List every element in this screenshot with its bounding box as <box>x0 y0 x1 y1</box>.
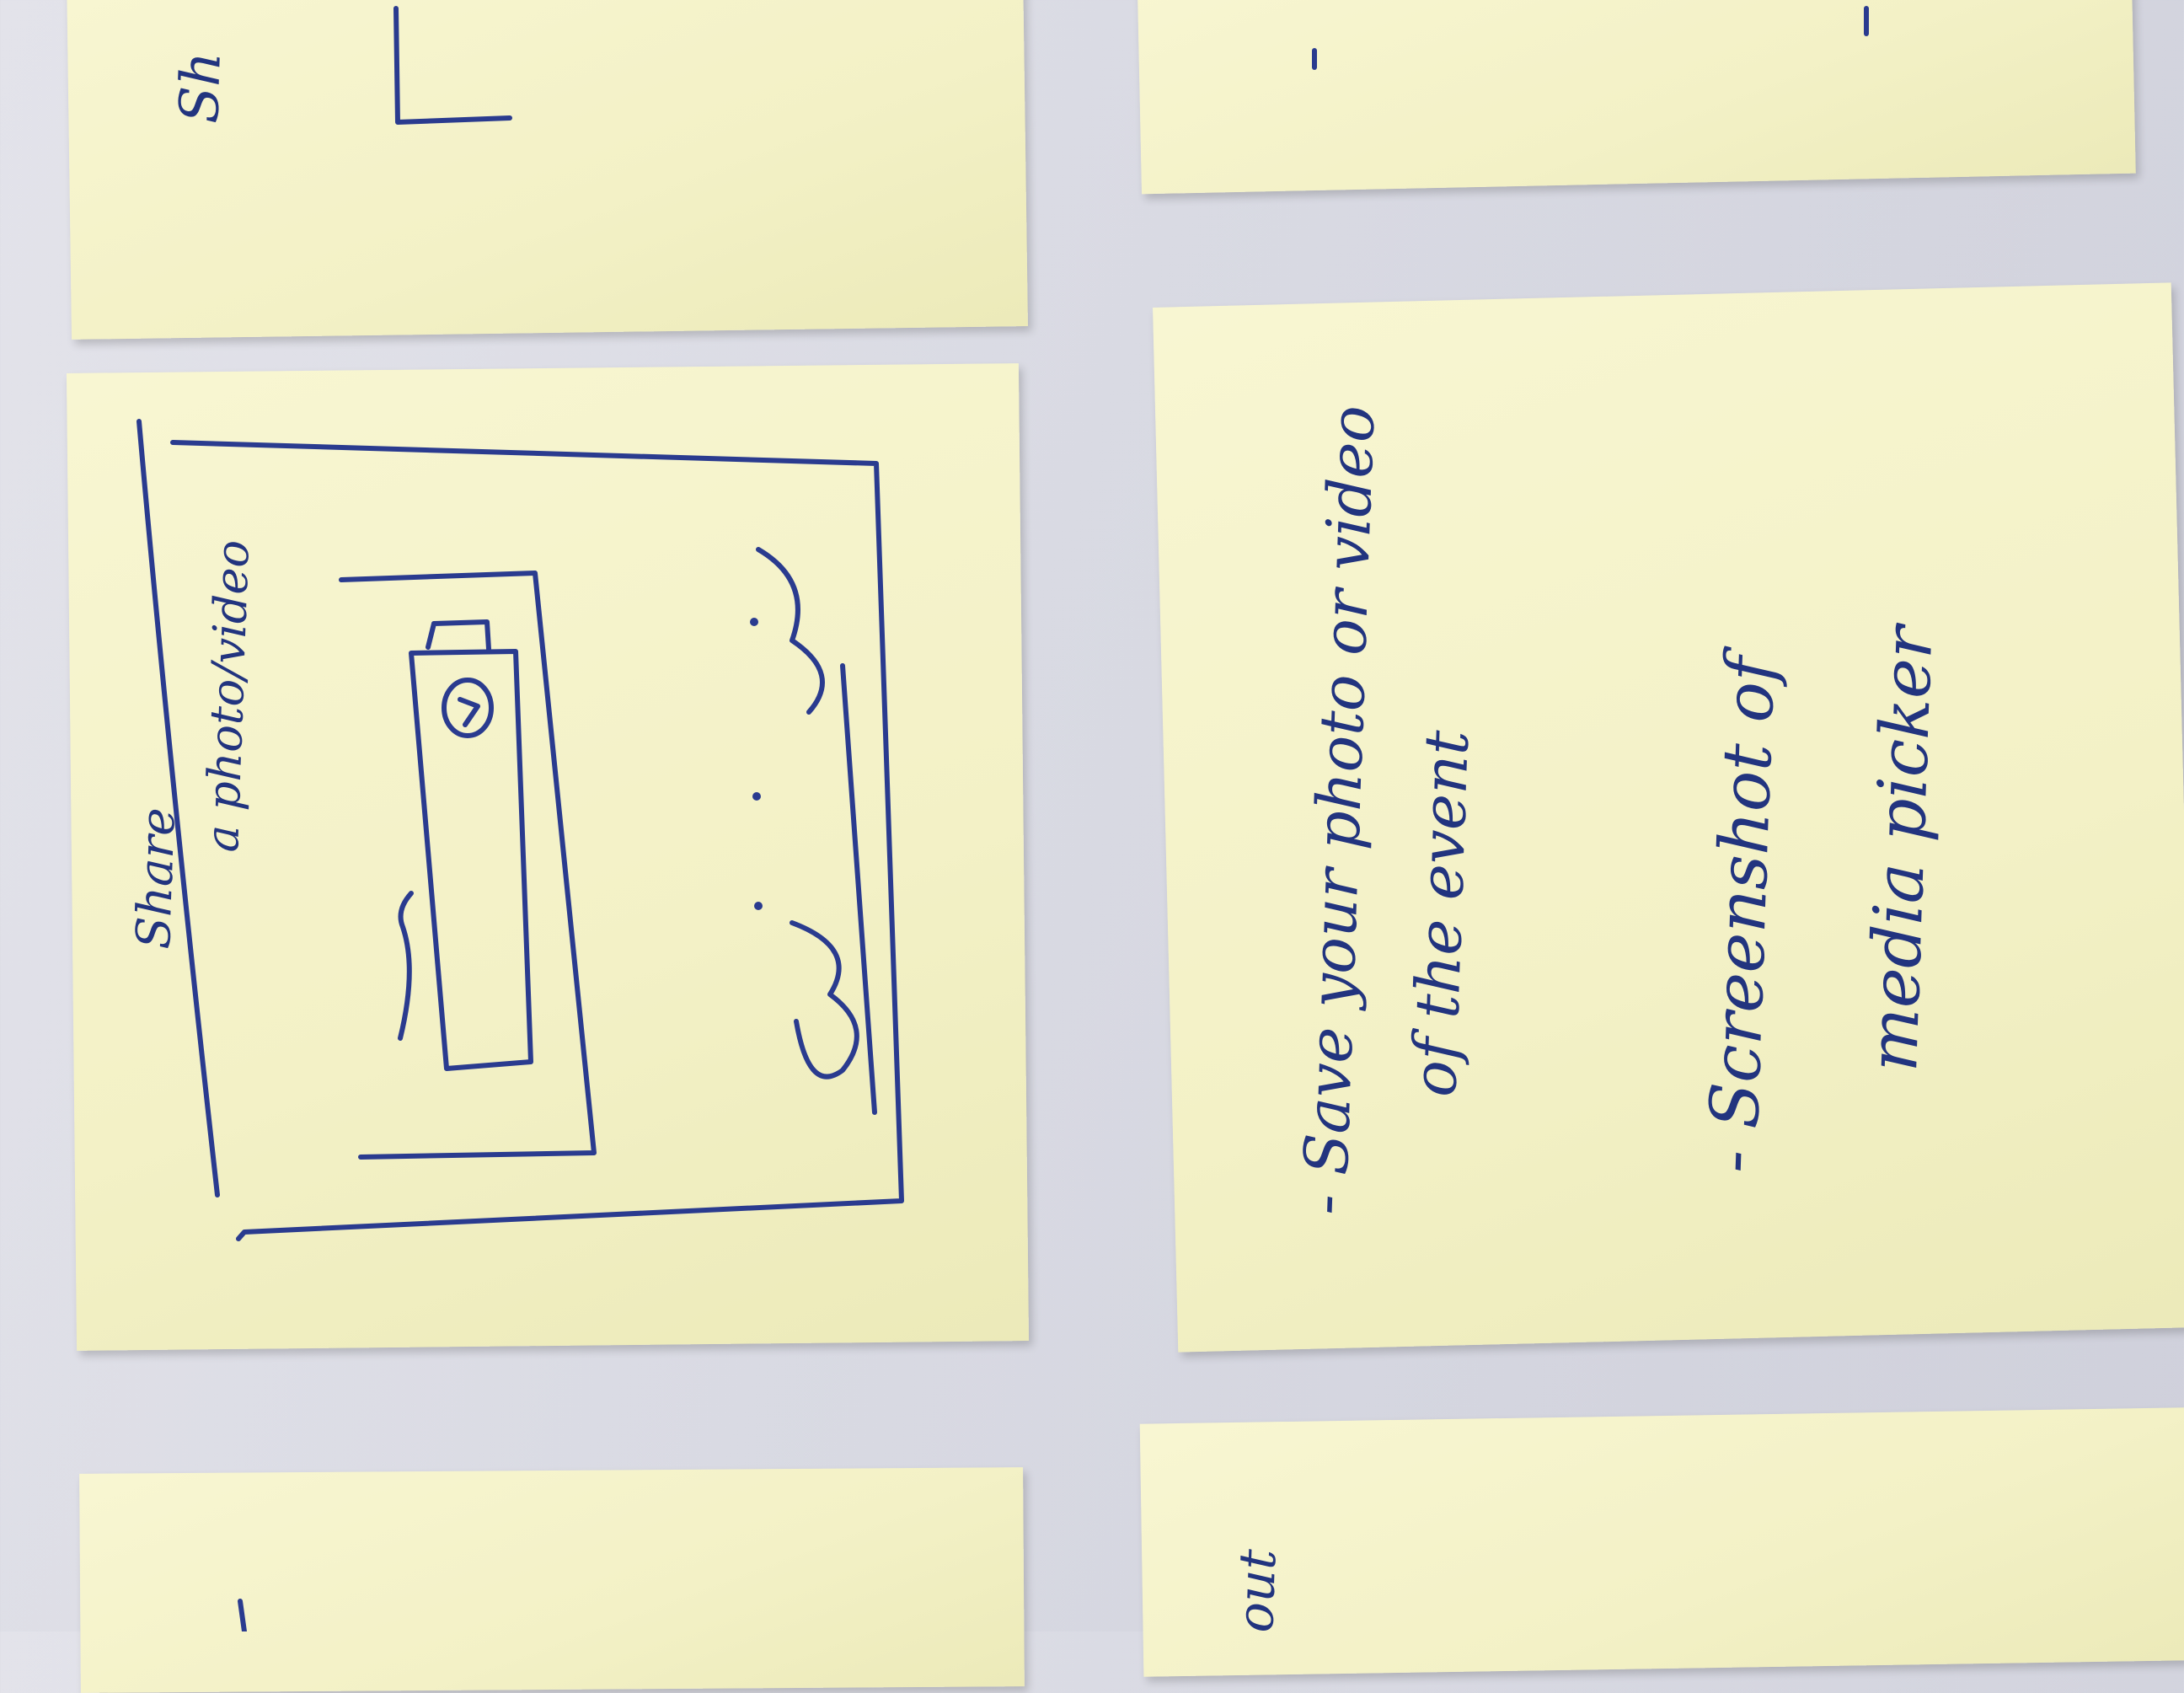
partial-top-text: Sh <box>169 50 233 125</box>
text-field-tab-stroke <box>426 619 491 651</box>
note-bullet-2-line-2: media picker <box>1854 624 1948 1074</box>
pagination-stroke <box>790 920 859 1080</box>
pen-sketch-layer <box>136 6 1869 1631</box>
inner-box-stroke <box>339 571 597 1160</box>
circle-button-stroke <box>442 678 494 738</box>
pagination-stroke <box>756 547 825 715</box>
partial-bottom-text: out <box>1226 1548 1288 1634</box>
outer-frame-stroke <box>170 440 904 1241</box>
sketch-subtitle: a photo/video <box>195 538 260 854</box>
bottom-line-stroke <box>840 663 877 1115</box>
partial-box-stroke <box>393 6 512 125</box>
note-bullet-1-line-2: of the event <box>1399 729 1483 1098</box>
sketch-title: Share <box>126 806 186 951</box>
label-squiggle-stroke <box>398 891 414 1041</box>
